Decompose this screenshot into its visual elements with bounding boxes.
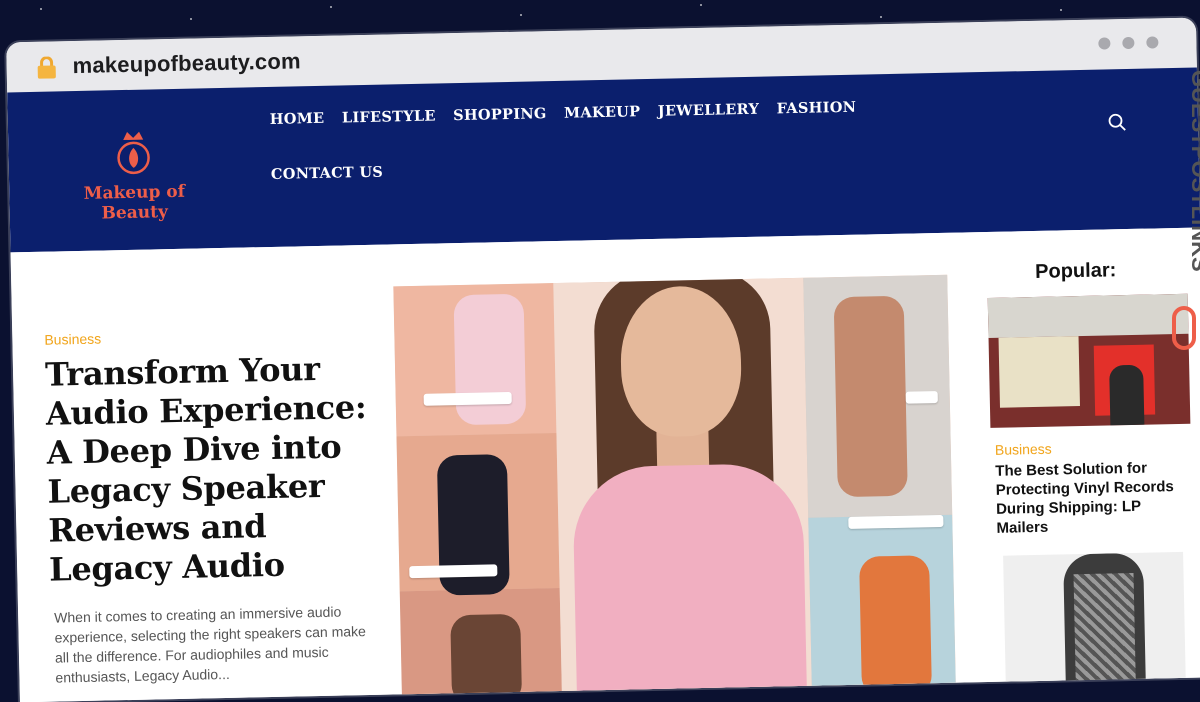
crown-logo-icon — [117, 131, 150, 175]
outfit-figure — [859, 555, 933, 697]
outfit-figure — [453, 293, 527, 426]
hero-title[interactable]: Transform Your Audio Experience: A Deep … — [45, 349, 380, 590]
browser-window: makeupofbeauty.com Makeup of Beauty HOME… — [6, 17, 1200, 702]
nav-home[interactable]: HOME — [270, 110, 325, 128]
window-dot-icon[interactable] — [1146, 36, 1159, 49]
hero-category[interactable]: Business — [44, 331, 101, 348]
search-icon[interactable] — [1108, 113, 1126, 131]
product-tag — [848, 514, 944, 529]
address-bar[interactable]: makeupofbeauty.com — [72, 48, 301, 79]
sidebar: Popular: Business The Best Solution for … — [979, 258, 1191, 696]
popular-post-title[interactable]: The Best Solution for Protecting Vinyl R… — [995, 458, 1197, 538]
product-tag — [423, 391, 512, 406]
product-tag — [409, 564, 498, 579]
hero-image[interactable] — [393, 274, 956, 702]
nav-makeup[interactable]: MAKEUP — [564, 103, 641, 122]
popular-heading: Popular: — [1034, 259, 1117, 283]
guestpostlinks-watermark: GUESTPOSTLINKS — [1172, 70, 1200, 350]
hero-excerpt: When it comes to creating an immersive a… — [54, 603, 366, 686]
window-dot-icon[interactable] — [1122, 36, 1135, 50]
nav-jewellery[interactable]: JEWELLERY — [658, 101, 760, 120]
outfit-figure — [450, 613, 523, 702]
nav-contact-us[interactable]: CONTACT US — [271, 164, 384, 183]
nav-shopping[interactable]: SHOPPING — [453, 105, 547, 124]
window-dot-icon[interactable] — [1098, 37, 1111, 50]
nav-lifestyle[interactable]: LIFESTYLE — [342, 107, 436, 126]
main-content: Business Transform Your Audio Experience… — [10, 227, 1200, 702]
site-header: Makeup of Beauty HOME LIFESTYLE SHOPPING… — [7, 67, 1200, 253]
lock-icon — [37, 56, 56, 79]
window-controls — [1098, 36, 1159, 50]
popular-post-image[interactable] — [987, 293, 1191, 428]
popular-post-image[interactable] — [1003, 551, 1186, 696]
site-logo[interactable]: Makeup of Beauty — [58, 128, 210, 224]
popular-post-category[interactable]: Business — [995, 441, 1052, 458]
product-tag — [905, 391, 938, 404]
nav-fashion[interactable]: FASHION — [776, 99, 856, 118]
logo-text: Makeup of Beauty — [83, 181, 186, 224]
outfit-figure — [833, 295, 908, 498]
watermark-text: GUESTPOSTLINKS — [1187, 70, 1200, 272]
model-top — [572, 462, 808, 702]
main-navigation: HOME LIFESTYLE SHOPPING MAKEUP JEWELLERY… — [270, 98, 892, 221]
